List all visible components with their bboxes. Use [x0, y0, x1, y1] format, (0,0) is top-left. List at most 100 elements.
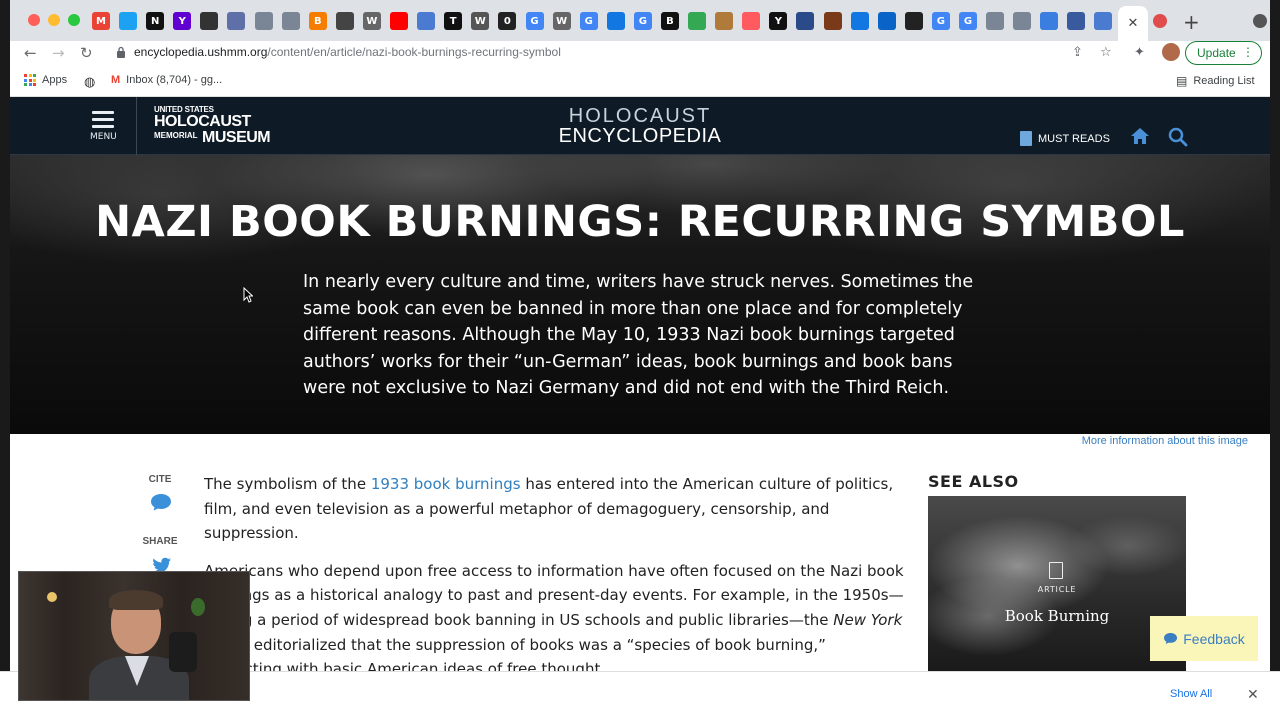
gmail-icon[interactable]: M	[92, 12, 110, 30]
show-all-button[interactable]: Show All	[1170, 688, 1212, 700]
new-tab-button[interactable]: +	[1183, 10, 1200, 34]
chat-bubble-icon	[1164, 633, 1178, 644]
extensions-icon[interactable]: ✦	[1134, 45, 1145, 60]
shield-icon[interactable]	[1067, 12, 1086, 30]
share-label: SHARE	[142, 536, 178, 547]
encyclopedia-title-line-1: HOLOCAUST	[568, 105, 712, 127]
news-icon[interactable]	[796, 12, 815, 30]
window-minimize-button[interactable]	[48, 14, 60, 26]
article-document-icon	[1049, 562, 1063, 579]
address-bar[interactable]: encyclopedia.ushmm.org/content/en/articl…	[110, 41, 1120, 66]
reading-list-button[interactable]: ▤ Reading List	[1176, 74, 1255, 88]
yahoo-icon[interactable]: Y	[173, 12, 192, 30]
must-reads-label: MUST READS	[1038, 132, 1110, 145]
app-icon[interactable]	[904, 12, 923, 30]
bold-icon[interactable]: B	[660, 12, 679, 30]
tab-favicons: MNYBWTW0GWGGBYGG	[92, 12, 1113, 30]
chart-icon[interactable]	[986, 12, 1005, 30]
window-zoom-button[interactable]	[68, 14, 80, 26]
tab-search-button[interactable]	[1253, 14, 1267, 28]
card-type-label: ARTICLE	[1037, 585, 1077, 594]
search-icon[interactable]	[1168, 127, 1188, 147]
update-label: Update	[1197, 46, 1236, 60]
reload-button[interactable]: ↻	[80, 44, 93, 62]
google-icon[interactable]: G	[525, 12, 544, 30]
chart-icon[interactable]	[254, 12, 273, 30]
zillow-icon[interactable]	[850, 12, 869, 30]
wsj-icon[interactable]: W	[471, 12, 490, 30]
nbc-icon[interactable]	[417, 12, 436, 30]
close-downloads-icon[interactable]: ✕	[1247, 686, 1259, 703]
webcam-plant	[191, 598, 205, 616]
see-also-heading: SEE ALSO	[928, 472, 1019, 491]
gmail-icon: M	[111, 74, 121, 86]
notion-icon[interactable]: N	[146, 12, 165, 30]
youtube-icon[interactable]	[390, 12, 409, 30]
app-icon[interactable]	[1040, 12, 1059, 30]
window-close-button[interactable]	[28, 14, 40, 26]
chart-icon[interactable]	[1013, 12, 1032, 30]
app-icon[interactable]	[200, 12, 219, 30]
forward-button[interactable]: →	[52, 44, 65, 62]
bookmark-globe[interactable]: ◍	[84, 74, 95, 90]
image-info-link[interactable]: More information about this image	[1082, 435, 1248, 447]
nbc-icon[interactable]	[1094, 12, 1113, 30]
card-title: Book Burning	[1004, 607, 1110, 625]
zillow-icon[interactable]	[606, 12, 625, 30]
google-icon[interactable]: G	[633, 12, 652, 30]
maps-icon[interactable]	[688, 12, 707, 30]
url-text: encyclopedia.ushmm.org/content/en/articl…	[134, 45, 561, 59]
bookmark-label: Inbox (8,704) - gg...	[126, 74, 223, 86]
hero-banner: NAZI BOOK BURNINGS: RECURRING SYMBOL In …	[10, 155, 1270, 434]
recording-tab-icon[interactable]	[1153, 14, 1167, 28]
bookmark-inbox[interactable]: M Inbox (8,704) - gg...	[111, 74, 222, 86]
google-icon[interactable]: G	[931, 12, 950, 30]
screen: MNYBWTW0GWGGBYGG ✕ + ← → ↻ encyclopedia.…	[0, 0, 1280, 720]
airbnb-icon[interactable]	[742, 12, 761, 30]
webcam-lamp	[47, 592, 57, 602]
lock-icon	[117, 46, 125, 58]
url-host: encyclopedia.ushmm.org	[134, 45, 268, 59]
webcam-microphone	[169, 632, 197, 672]
close-tab-icon[interactable]: ✕	[1128, 16, 1139, 31]
wikipedia-icon[interactable]: W	[552, 12, 571, 30]
text-run: The symbolism of the	[204, 475, 371, 493]
chart-icon[interactable]	[281, 12, 300, 30]
tv-icon[interactable]: T	[444, 12, 463, 30]
article-paragraph-1: The symbolism of the 1933 book burnings …	[204, 472, 904, 546]
blogger-icon[interactable]: B	[308, 12, 327, 30]
update-button[interactable]: Update ⋮	[1185, 41, 1262, 65]
share-page-icon[interactable]: ⇪	[1072, 45, 1083, 60]
more-menu-icon: ⋮	[1242, 45, 1254, 59]
text-run: Americans who depend upon free access to…	[204, 561, 904, 629]
y-icon[interactable]: Y	[769, 12, 788, 30]
active-tab[interactable]: ✕	[1118, 6, 1148, 41]
outlook-icon[interactable]	[877, 12, 896, 30]
app-icon[interactable]	[823, 12, 842, 30]
google-icon[interactable]: G	[579, 12, 598, 30]
hero-summary: In nearly every culture and time, writer…	[303, 272, 974, 399]
back-button[interactable]: ←	[24, 44, 37, 62]
cite-speech-bubble-icon[interactable]	[150, 493, 172, 511]
see-also-card-book-burning[interactable]: ARTICLE Book Burning	[928, 496, 1186, 671]
article-paragraph-2: Americans who depend upon free access to…	[204, 559, 904, 682]
feedback-label: Feedback	[1183, 630, 1245, 647]
chart-icon[interactable]	[715, 12, 734, 30]
chart-icon[interactable]	[227, 12, 246, 30]
must-reads-link[interactable]: MUST READS	[1020, 131, 1110, 146]
twitter-icon[interactable]	[119, 12, 138, 30]
article-body: The symbolism of the 1933 book burnings …	[204, 472, 904, 695]
app-icon[interactable]: 0	[498, 12, 517, 30]
document-icon	[1020, 131, 1032, 146]
home-icon[interactable]	[1130, 127, 1150, 145]
wikipedia-icon[interactable]: W	[362, 12, 381, 30]
google-icon[interactable]: G	[959, 12, 977, 30]
feedback-button[interactable]: Feedback	[1150, 616, 1258, 661]
link-1933-book-burnings[interactable]: 1933 book burnings	[371, 475, 521, 493]
app-icon[interactable]	[335, 12, 354, 30]
bookmark-apps[interactable]: Apps	[24, 74, 67, 86]
profile-avatar[interactable]	[1162, 43, 1180, 61]
bookmark-star-icon[interactable]: ☆	[1100, 45, 1112, 60]
bookmarks-bar: Apps ◍ M Inbox (8,704) - gg... ▤ Reading…	[10, 66, 1270, 97]
cite-label: CITE	[148, 474, 172, 485]
